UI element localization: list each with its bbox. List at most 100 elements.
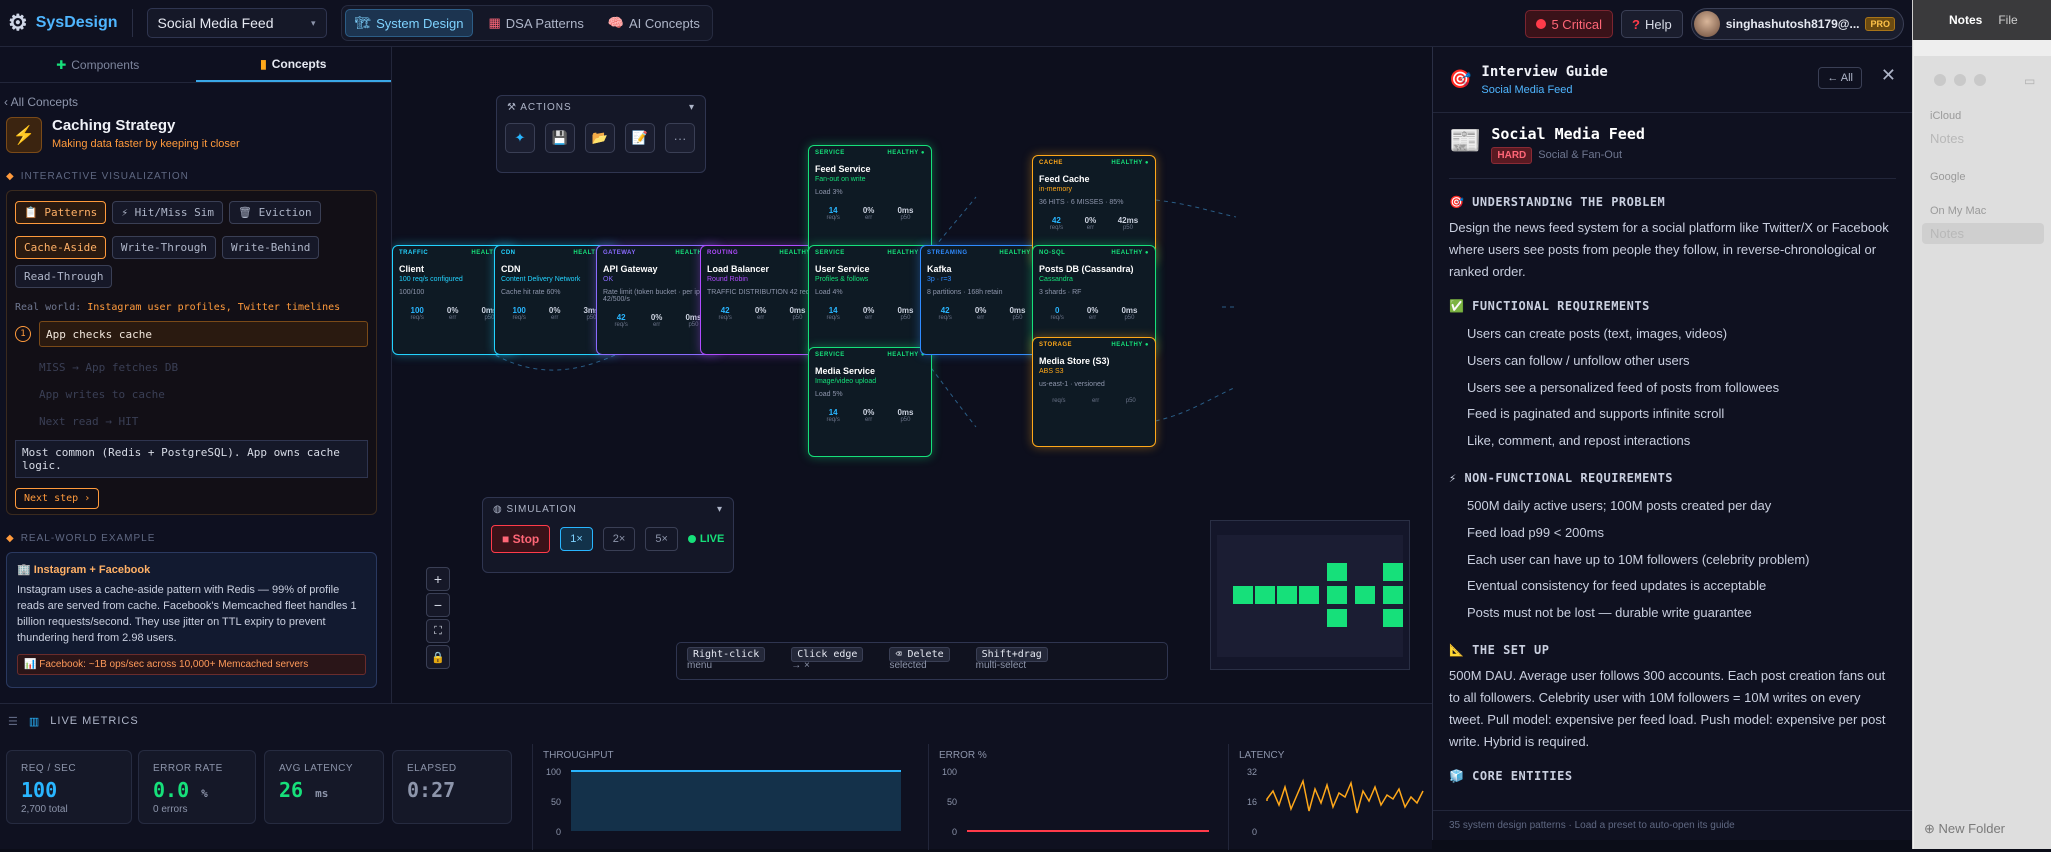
stat-unit: p50	[1124, 315, 1135, 321]
node-4[interactable]: ROUTING HEALTHY ● Load Balancer Round Robin…	[700, 245, 824, 355]
zoom-in-button[interactable]: +	[426, 567, 450, 591]
node-header: CACHE HEALTHY ●	[1039, 160, 1149, 166]
notes-button[interactable]: 📝	[625, 123, 655, 153]
requirement-list: 500M daily active users; 100M posts crea…	[1467, 493, 1896, 627]
node-8[interactable]: STREAMING HEALTHY ● Kafka 3p · r=3 8 partiti…	[920, 245, 1044, 355]
all-guides-button[interactable]: ← All	[1818, 67, 1862, 89]
node-header: SERVICE HEALTHY ●	[815, 352, 925, 358]
wand-icon: ⚒	[507, 102, 517, 113]
stop-button[interactable]: ■ Stop	[491, 525, 551, 553]
speed-5x[interactable]: 5×	[645, 527, 678, 551]
metric-number: 26	[279, 778, 304, 802]
save-button[interactable]: 💾	[545, 123, 575, 153]
open-button[interactable]: 📂	[585, 123, 615, 153]
viz-tab-patterns[interactable]: 📋 Patterns	[15, 201, 107, 224]
chevron-down-icon: ▾	[688, 102, 695, 113]
new-folder-button[interactable]: ⊕ New Folder	[1924, 821, 2005, 837]
lock-icon: 🔒	[431, 651, 445, 664]
fit-view-button[interactable]: ⛶	[426, 619, 450, 643]
stat-value: 42	[940, 306, 950, 315]
app-name: SysDesign	[35, 14, 118, 31]
node-stats: 42 req/s 0% err 0ms p50	[927, 306, 1037, 321]
folder-item[interactable]: Notes	[1922, 223, 2044, 244]
sidebar-toggle-icon[interactable]: ▭	[2024, 74, 2035, 88]
tab-components[interactable]: ✚ Components	[0, 47, 196, 82]
strategy-cache-aside[interactable]: Cache-Aside	[15, 236, 106, 259]
menu-item-notes[interactable]: Notes	[1949, 13, 1982, 27]
node-5[interactable]: SERVICE HEALTHY ● Feed Service Fan-out on w…	[808, 145, 932, 255]
stat-value: 0ms	[897, 306, 914, 315]
speed-1x[interactable]: 1×	[560, 527, 593, 551]
group-on-my-mac: On My Mac	[1930, 205, 1987, 217]
stat-unit: p50	[792, 315, 803, 321]
speed-2x[interactable]: 2×	[602, 527, 636, 551]
close-icon[interactable]: ✕	[1881, 65, 1896, 86]
metric-label: ELAPSED	[407, 763, 457, 774]
node-stat-rps: 42 req/s	[615, 313, 628, 328]
tab-concepts[interactable]: ▮ Concepts	[195, 47, 391, 82]
strategy-write-behind[interactable]: Write-Behind	[221, 236, 320, 259]
design-select[interactable]: Social Media Feed ▾	[146, 8, 327, 38]
stat-unit: req/s	[826, 315, 840, 321]
node-stat-p50: 0ms p50	[1009, 306, 1025, 321]
critical-label: 5 Critical	[1551, 16, 1603, 32]
more-button[interactable]: ···	[665, 123, 695, 153]
viz-tab-eviction[interactable]: 🗑 Eviction	[229, 201, 321, 224]
stat-unit: req/s	[938, 315, 952, 321]
stat-value: 100	[410, 306, 424, 315]
minimap[interactable]	[1210, 520, 1410, 670]
list-item: Users can create posts (text, images, vi…	[1467, 326, 1728, 341]
user-menu[interactable]: singhashutosh8179@... PRO	[1690, 8, 1904, 40]
zoom-out-button[interactable]: −	[426, 593, 450, 617]
drag-handle-icon[interactable]: ☰	[8, 715, 19, 728]
close-window-button[interactable]	[1934, 74, 1946, 86]
node-stat-err: 0% err	[1087, 306, 1099, 321]
nav-dsa-patterns[interactable]: ▦ DSA Patterns	[479, 9, 592, 37]
folder-item[interactable]: Notes	[1922, 128, 2044, 149]
viz-tab-hit-miss[interactable]: ⚡ Hit/Miss Sim	[112, 201, 224, 224]
help-button[interactable]: ? Help	[1621, 10, 1683, 38]
node-stats: 14 req/s 0% err 0ms p50	[815, 306, 925, 321]
node-11[interactable]: STORAGE HEALTHY ● Media Store (S3) ABS S3 us…	[1032, 337, 1156, 447]
node-7[interactable]: SERVICE HEALTHY ● Media Service Image/video…	[808, 347, 932, 457]
next-step-button[interactable]: Next step ›	[15, 488, 100, 509]
nav-ai-concepts[interactable]: 🧠 AI Concepts	[599, 9, 709, 37]
node-detail: Load 3%	[815, 189, 843, 196]
simulation-title: SIMULATION	[506, 504, 577, 515]
minus-icon: −	[433, 597, 443, 613]
error-chart: ERROR % 100 50 0	[928, 744, 1228, 850]
node-stat-err: 0% err	[975, 306, 987, 321]
nav-label: AI Concepts	[629, 15, 700, 31]
zoom-window-button[interactable]	[1974, 74, 1986, 86]
design-canvas[interactable]: ⚒ ACTIONS ▾ ✦ 💾 📂 📝 ··· TRAFFIC HEALTHY ● C…	[392, 47, 1432, 703]
node-detail: 36 HITS · 6 MISSES · 85%	[1039, 199, 1124, 206]
node-stat-rps: 42 req/s	[719, 306, 732, 321]
more-icon: ···	[673, 130, 687, 146]
stat-unit: err	[1086, 225, 1095, 231]
stat-unit: p50	[1122, 225, 1133, 231]
notes-sidebar: ▭ iCloud Notes Google On My Mac Notes ⊕ …	[1914, 56, 2051, 849]
minimize-window-button[interactable]	[1954, 74, 1966, 86]
node-6[interactable]: SERVICE HEALTHY ● User Service Profiles & f…	[808, 245, 932, 355]
app-logo[interactable]: ⚙ SysDesign	[8, 10, 118, 36]
step-4: Next read → HIT	[39, 415, 368, 428]
nav-system-design[interactable]: 🏗 System Design	[344, 9, 474, 37]
all-concepts-link[interactable]: ‹ All Concepts	[4, 95, 391, 109]
node-subtitle: 3p · r=3	[927, 276, 952, 283]
node-title: Feed Service	[815, 164, 871, 174]
critical-issues-button[interactable]: 5 Critical	[1525, 10, 1614, 38]
stat-unit: err	[448, 315, 457, 321]
latency-svg: 32 16 0	[1247, 767, 1424, 837]
minimap-node	[1233, 586, 1253, 604]
mode-nav: 🏗 System Design ▦ DSA Patterns 🧠 AI Concept…	[340, 5, 713, 41]
menu-item-file[interactable]: File	[1998, 13, 2017, 27]
strategy-read-through[interactable]: Read-Through	[15, 265, 113, 288]
stat-unit: req/s	[512, 315, 526, 321]
sparkle-button[interactable]: ✦	[505, 123, 535, 153]
diamond-icon: ◆	[6, 533, 15, 544]
lock-button[interactable]: 🔒	[426, 645, 450, 669]
node-subtitle: Cassandra	[1039, 276, 1073, 283]
guide-header: 🎯 Interview Guide Social Media Feed ← Al…	[1433, 47, 1912, 113]
strategy-write-through[interactable]: Write-Through	[111, 236, 216, 259]
stat-unit: err	[1091, 398, 1100, 404]
